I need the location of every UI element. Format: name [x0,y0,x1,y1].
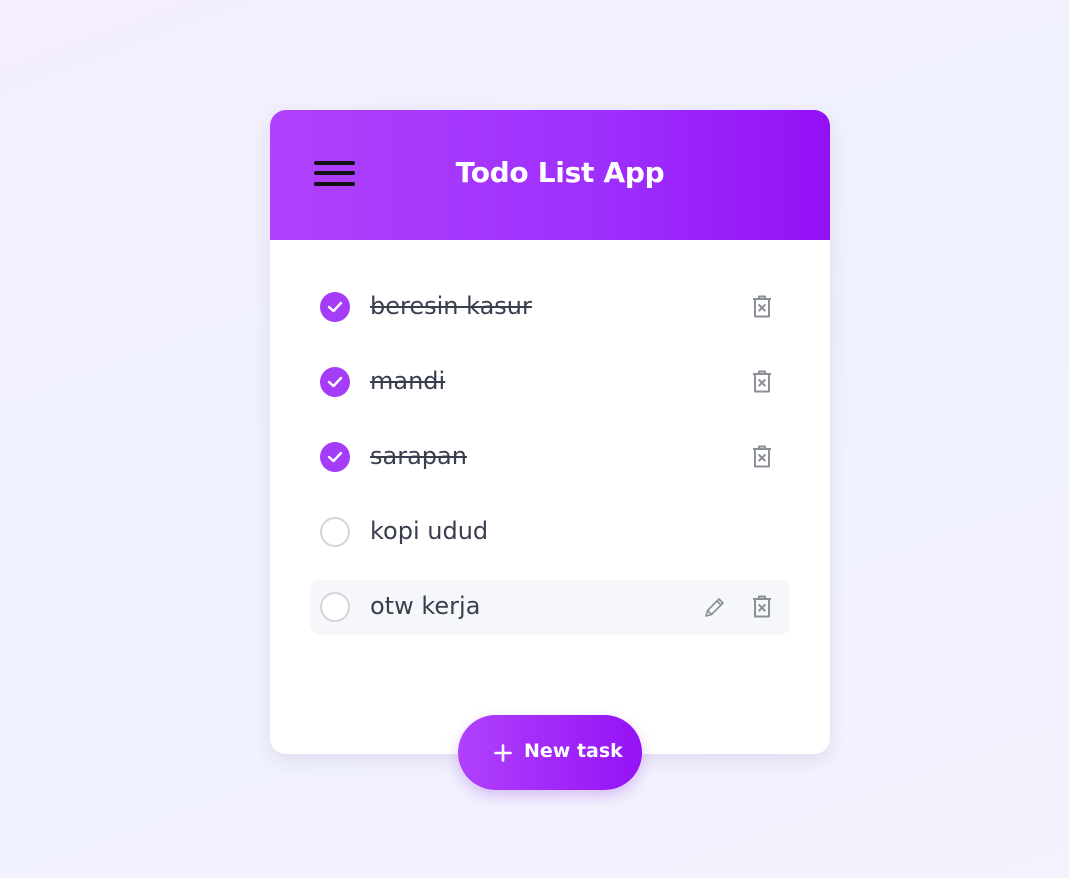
check-icon [327,301,343,313]
trash-icon[interactable] [750,294,774,320]
todo-text: kopi udud [370,517,489,545]
check-icon [327,376,343,388]
todo-text: sarapan [370,442,467,470]
completed-checkbox[interactable] [320,367,350,397]
todo-item: mandi [310,355,790,410]
trash-icon[interactable] [750,369,774,395]
todo-item: beresin kasur [310,280,790,335]
completed-checkbox[interactable] [320,442,350,472]
app-title: Todo List App [455,156,665,189]
todo-text: beresin kasur [370,292,532,320]
incomplete-checkbox[interactable] [320,592,350,622]
trash-icon[interactable] [750,594,774,620]
plus-icon [494,744,512,762]
new-task-button[interactable]: New task [458,715,642,790]
trash-icon[interactable] [750,444,774,470]
incomplete-checkbox[interactable] [320,517,350,547]
todo-list: beresin kasur mandi sarapan kopi udud ot… [310,280,790,655]
completed-checkbox[interactable] [320,292,350,322]
todo-card: Todo List App beresin kasur mandi sarapa… [270,110,830,754]
app-header: Todo List App [270,110,830,240]
todo-item: kopi udud [310,505,790,560]
todo-item-hovered: otw kerja [310,580,790,635]
todo-text: mandi [370,367,446,395]
todo-text: otw kerja [370,592,481,620]
new-task-label: New task [524,740,623,762]
todo-item: sarapan [310,430,790,485]
check-icon [327,451,343,463]
pencil-icon[interactable] [702,594,726,620]
